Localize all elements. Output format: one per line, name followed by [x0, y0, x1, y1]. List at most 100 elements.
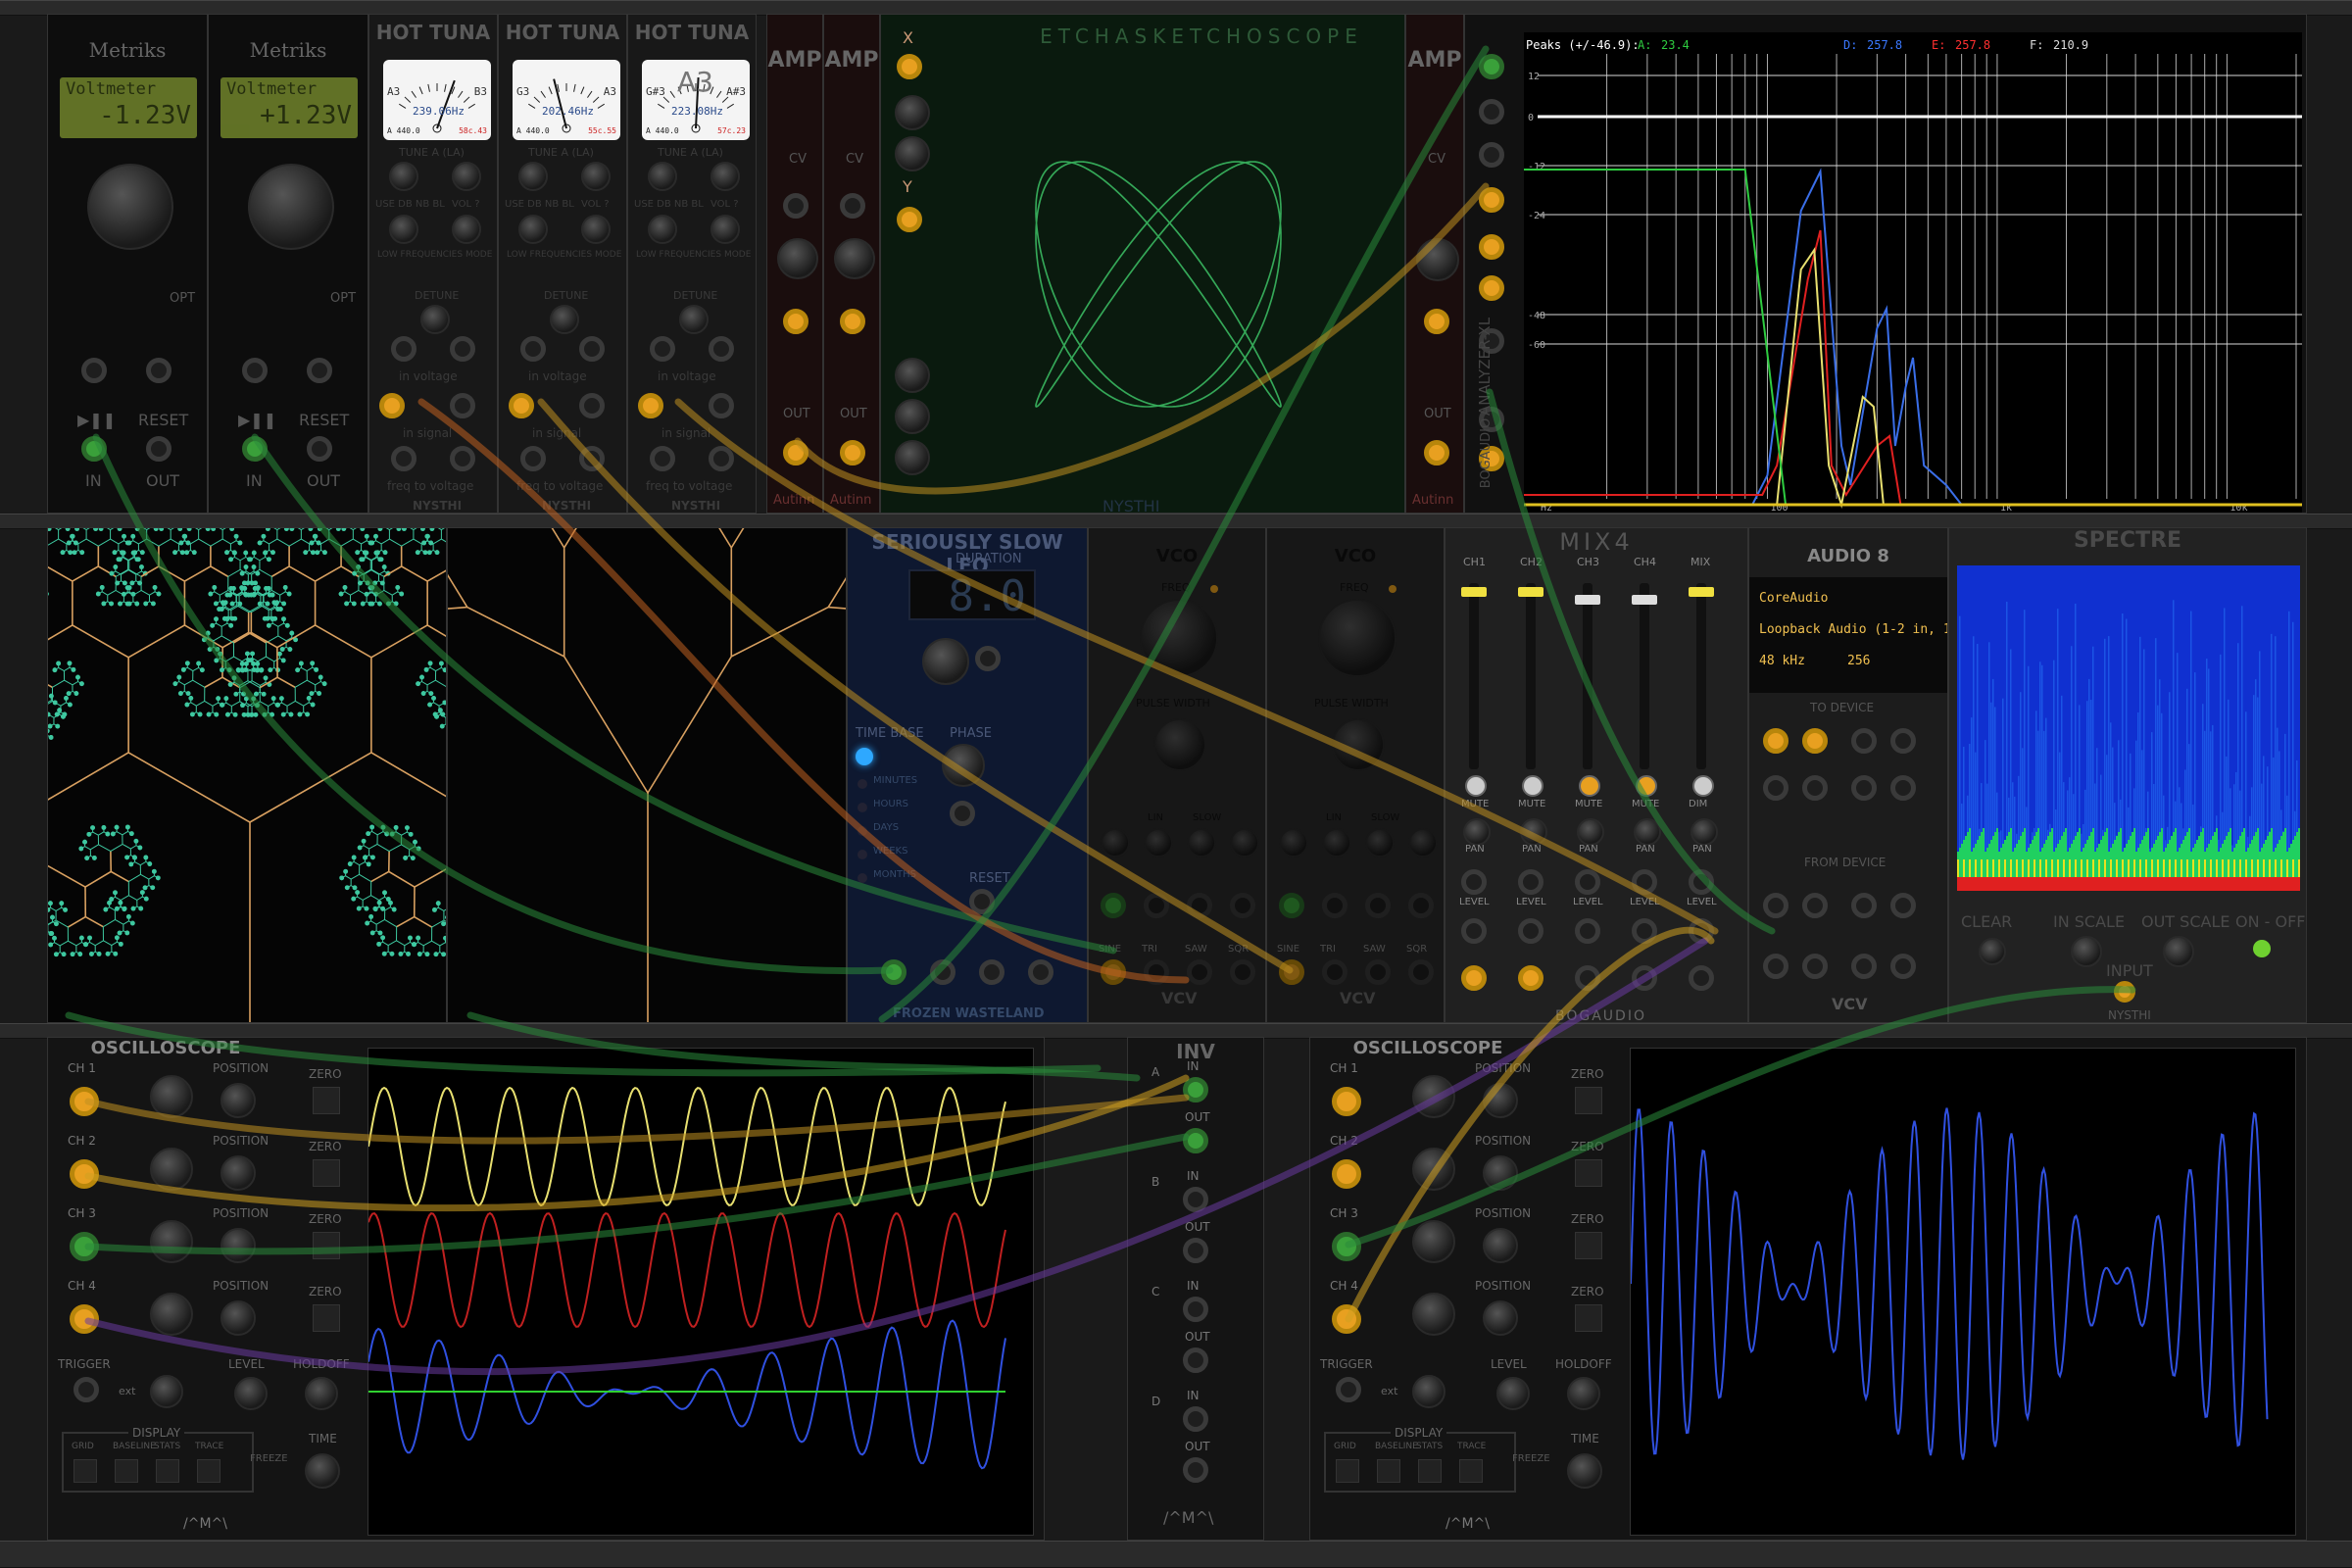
leaf [245, 652, 250, 657]
in-signal-label: in signal [662, 426, 710, 440]
leaf [130, 534, 135, 539]
mode-knob[interactable] [87, 164, 173, 250]
analyzer-input-jack[interactable] [1479, 142, 1504, 168]
f2v-jack-1[interactable] [391, 446, 416, 471]
analyzer-input-jack[interactable] [1479, 54, 1504, 79]
tune-knob[interactable] [518, 162, 548, 191]
f2v-jack-2[interactable] [450, 446, 475, 471]
branch [381, 539, 389, 544]
tune-knob[interactable] [389, 162, 418, 191]
gain-knob[interactable] [1416, 238, 1459, 281]
leaf [48, 901, 53, 906]
voltage-jack-1[interactable] [520, 336, 546, 362]
in-jack[interactable] [242, 436, 268, 462]
gain-knob[interactable] [777, 238, 818, 279]
leaf [181, 667, 186, 672]
branch [360, 862, 366, 865]
signal-jack-1[interactable] [638, 393, 663, 418]
leaf [423, 550, 428, 555]
branch [354, 861, 360, 864]
x-jack[interactable] [897, 54, 922, 79]
branch [116, 571, 122, 574]
brand-label: NYSTHI [671, 499, 720, 513]
level-knob[interactable] [452, 215, 481, 244]
x-knob-2[interactable] [895, 136, 930, 172]
voltage-jack-2[interactable] [450, 336, 475, 362]
y-knob-1[interactable] [895, 358, 930, 393]
in-jack[interactable] [1424, 309, 1449, 334]
detune-knob[interactable] [550, 305, 579, 334]
mode-knob[interactable] [389, 215, 418, 244]
f2v-jack-2[interactable] [709, 446, 734, 471]
leaf [232, 616, 237, 621]
out-jack[interactable] [840, 440, 865, 466]
mode-knob[interactable] [248, 164, 334, 250]
play-jack[interactable] [81, 358, 107, 383]
reset-jack[interactable] [307, 358, 332, 383]
branch [295, 680, 307, 687]
play-jack[interactable] [242, 358, 268, 383]
leaf [176, 675, 181, 680]
cv-jack[interactable] [840, 193, 865, 219]
mode-knob[interactable] [648, 215, 677, 244]
signal-jack-1[interactable] [379, 393, 405, 418]
out-jack[interactable] [307, 436, 332, 462]
voltage-jack-2[interactable] [709, 336, 734, 362]
signal-jack-1[interactable] [509, 393, 534, 418]
leaf [214, 712, 219, 717]
analyzer-input-jack[interactable] [1479, 234, 1504, 260]
branch [372, 831, 378, 834]
analyzer-input-jack[interactable] [1479, 99, 1504, 124]
voltage-jack-1[interactable] [650, 336, 675, 362]
voltage-jack-2[interactable] [579, 336, 605, 362]
y-jack[interactable] [897, 207, 922, 232]
detune-knob[interactable] [420, 305, 450, 334]
cv-jack[interactable] [783, 193, 808, 219]
f2v-jack-1[interactable] [650, 446, 675, 471]
branch [432, 941, 440, 946]
signal-jack-2[interactable] [579, 393, 605, 418]
voltage-jack-1[interactable] [391, 336, 416, 362]
leaf [186, 691, 191, 696]
leaf [361, 557, 366, 562]
in-jack[interactable] [840, 309, 865, 334]
out-jack[interactable] [146, 436, 172, 462]
leaf [343, 585, 348, 590]
leaf [216, 696, 220, 701]
vol-knob[interactable] [710, 162, 740, 191]
level-knob[interactable] [710, 215, 740, 244]
branch [98, 539, 110, 546]
leaf [436, 901, 441, 906]
reset-jack[interactable] [146, 358, 172, 383]
signal-jack-2[interactable] [450, 393, 475, 418]
level-knob[interactable] [581, 215, 611, 244]
branch [316, 566, 341, 581]
analyzer-input-jack[interactable] [1479, 187, 1504, 213]
tune-knob[interactable] [648, 162, 677, 191]
vol-knob[interactable] [452, 162, 481, 191]
ref-readout: A 440.0 [387, 126, 420, 135]
leaf [188, 696, 193, 701]
gain-knob[interactable] [834, 238, 875, 279]
f2v-jack-2[interactable] [579, 446, 605, 471]
in-jack[interactable] [783, 309, 808, 334]
out-jack[interactable] [1424, 440, 1449, 466]
mode-knob[interactable] [518, 215, 548, 244]
analyzer-input-jack[interactable] [1479, 275, 1504, 301]
branch [287, 701, 295, 706]
f2v-jack-1[interactable] [520, 446, 546, 471]
y-knob-3[interactable] [895, 440, 930, 475]
branch [73, 625, 128, 658]
leaf [92, 856, 97, 860]
x-knob-1[interactable] [895, 95, 930, 130]
in-jack[interactable] [81, 436, 107, 462]
out-jack[interactable] [783, 440, 808, 466]
lcd-label: Voltmeter [220, 77, 358, 101]
leaf [150, 885, 155, 890]
branch [171, 539, 178, 544]
branch [251, 606, 263, 612]
detune-knob[interactable] [679, 305, 709, 334]
signal-jack-2[interactable] [709, 393, 734, 418]
y-knob-2[interactable] [895, 399, 930, 434]
vol-knob[interactable] [581, 162, 611, 191]
